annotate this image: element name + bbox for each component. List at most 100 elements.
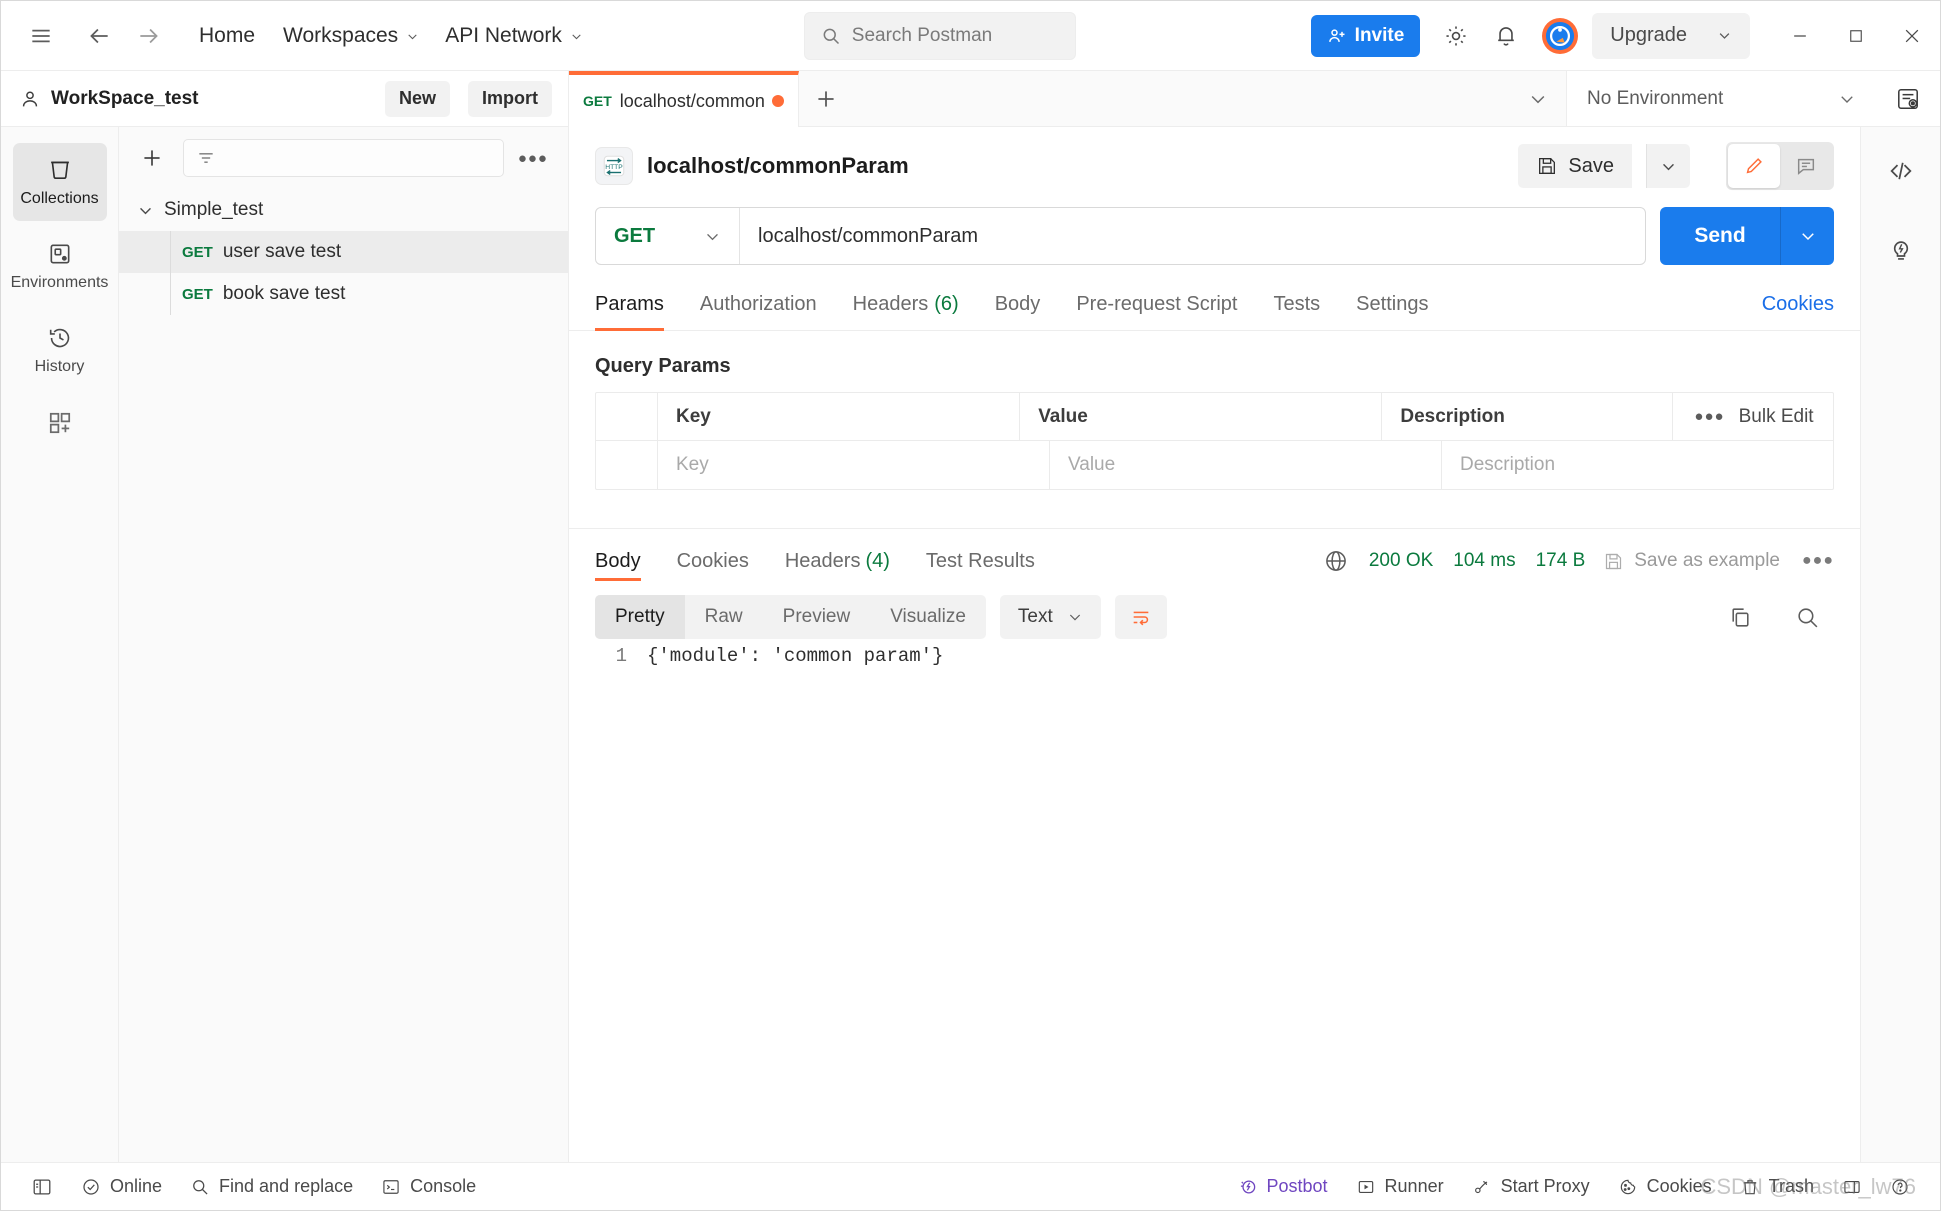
sidebar-item-history[interactable]: History — [13, 311, 107, 389]
tab-params[interactable]: Params — [595, 279, 682, 331]
params-more-horizontal-icon[interactable]: ●●● — [1692, 408, 1726, 425]
new-button[interactable]: New — [384, 80, 450, 117]
request-cookies-link[interactable]: Cookies — [1762, 293, 1834, 316]
word-wrap-icon[interactable] — [1114, 595, 1167, 639]
url-input[interactable]: localhost/commonParam — [740, 208, 1645, 264]
tab-test-results-label: Test Results — [925, 549, 1035, 572]
help-circle-icon[interactable] — [1876, 1168, 1924, 1206]
start-proxy-button[interactable]: Start Proxy — [1458, 1168, 1604, 1206]
tab-body[interactable]: Body — [977, 279, 1059, 331]
send-options-chevron-down-icon[interactable] — [1780, 207, 1834, 265]
tab-response-body[interactable]: Body — [595, 533, 659, 589]
param-description-placeholder: Description — [1460, 454, 1556, 475]
console-button[interactable]: Console — [367, 1168, 490, 1206]
svg-text:HTTP: HTTP — [605, 164, 623, 171]
save-button[interactable]: Save — [1518, 144, 1632, 188]
tab-settings[interactable]: Settings — [1338, 279, 1446, 331]
collections-toolbar: ●●● — [119, 127, 568, 189]
method-select[interactable]: GET — [596, 208, 740, 264]
view-mode-pretty[interactable]: Pretty — [595, 595, 685, 639]
param-value-input[interactable]: Value — [1050, 441, 1442, 489]
send-button[interactable]: Send — [1660, 207, 1780, 265]
sidebar-item-environments[interactable]: Environments — [11, 227, 108, 305]
tab-authorization[interactable]: Authorization — [682, 279, 835, 331]
collection-row[interactable]: Simple_test — [119, 189, 568, 231]
trash-button[interactable]: Trash — [1726, 1168, 1828, 1206]
copy-icon[interactable] — [1714, 605, 1767, 630]
postbot-button[interactable]: Postbot — [1224, 1168, 1342, 1206]
collections-more-horizontal-icon[interactable]: ●●● — [516, 150, 550, 167]
main-area: Collections Environments History ●●● Sim… — [1, 127, 1940, 1162]
workspace-and-tabs-row: WorkSpace_test New Import GET localhost/… — [1, 71, 1940, 127]
upgrade-label: Upgrade — [1610, 24, 1688, 46]
lightbulb-icon[interactable] — [1875, 223, 1927, 275]
search-icon[interactable] — [1781, 605, 1834, 630]
nav-api-network[interactable]: API Network — [431, 16, 595, 56]
tab-test-results[interactable]: Test Results — [908, 533, 1053, 589]
sidebar-item-add-modules[interactable] — [13, 395, 107, 451]
response-body-editor[interactable]: 1 {'module': 'common param'} — [569, 645, 1860, 1162]
status-online[interactable]: Online — [67, 1168, 176, 1206]
collections-filter-input[interactable] — [183, 139, 504, 177]
window-maximize-button[interactable] — [1828, 1, 1884, 71]
code-snippet-icon[interactable] — [1875, 145, 1927, 197]
cookies-button[interactable]: Cookies — [1604, 1168, 1726, 1206]
sidebar-toggle-icon[interactable] — [17, 1168, 67, 1206]
select-all-cell[interactable] — [596, 393, 658, 440]
tab-pre-request-script[interactable]: Pre-request Script — [1058, 279, 1255, 331]
tab-response-headers[interactable]: Headers (4) — [767, 533, 908, 589]
nav-workspaces[interactable]: Workspaces — [269, 16, 431, 56]
add-collection-icon[interactable] — [133, 145, 171, 171]
upgrade-button[interactable]: Upgrade — [1592, 12, 1751, 59]
save-options-chevron-down-icon[interactable] — [1646, 144, 1690, 188]
request-tab[interactable]: GET localhost/commonParam — [569, 71, 799, 127]
back-icon[interactable] — [77, 14, 121, 58]
view-mode-raw[interactable]: Raw — [685, 595, 763, 639]
window-close-button[interactable] — [1884, 1, 1940, 71]
view-mode-visualize[interactable]: Visualize — [870, 595, 986, 639]
workspace-name: WorkSpace_test — [51, 87, 199, 109]
sidebar-item-collections[interactable]: Collections — [12, 143, 107, 221]
comment-mode-button[interactable] — [1780, 144, 1832, 188]
row-checkbox-cell[interactable] — [596, 441, 658, 489]
layout-icon[interactable] — [1828, 1168, 1876, 1206]
unsaved-dot-icon[interactable] — [772, 95, 784, 107]
right-icon-rail — [1860, 127, 1940, 1162]
save-as-example-button[interactable]: Save as example — [1603, 550, 1780, 572]
edit-mode-button[interactable] — [1728, 144, 1780, 188]
sidebar-item-collections-label: Collections — [20, 189, 99, 207]
tab-headers[interactable]: Headers (6) — [835, 279, 977, 331]
tab-list-chevron-down-icon[interactable] — [1510, 71, 1566, 126]
list-item[interactable]: GET user save test — [119, 231, 568, 273]
tab-response-cookies[interactable]: Cookies — [659, 533, 767, 589]
forward-icon[interactable] — [127, 14, 171, 58]
new-tab-button[interactable] — [799, 71, 853, 126]
chevron-down-icon[interactable] — [137, 202, 154, 219]
param-key-input[interactable]: Key — [658, 441, 1050, 489]
code-empty-area[interactable] — [595, 675, 1860, 1162]
view-mode-preview[interactable]: Preview — [763, 595, 871, 639]
import-button[interactable]: Import — [468, 80, 552, 117]
gear-icon[interactable] — [1434, 14, 1478, 58]
response-more-horizontal-icon[interactable]: ●●● — [1802, 552, 1834, 570]
response-format-select[interactable]: Text — [999, 595, 1101, 639]
bulk-edit-button[interactable]: Bulk Edit — [1739, 406, 1814, 428]
response-divider — [569, 528, 1860, 529]
column-header-key-label: Key — [676, 405, 711, 427]
tab-tests[interactable]: Tests — [1255, 279, 1338, 331]
bell-icon[interactable] — [1484, 14, 1528, 58]
hamburger-icon[interactable] — [19, 14, 63, 58]
request-response-column: HTTP localhost/commonParam Save GET loca… — [569, 127, 1860, 1162]
list-item[interactable]: GET book save test — [119, 273, 568, 315]
environment-selector[interactable]: No Environment — [1566, 71, 1876, 126]
postman-avatar-icon[interactable] — [1542, 17, 1579, 54]
search-input[interactable]: Search Postman — [803, 11, 1076, 60]
globe-icon[interactable] — [1323, 548, 1349, 574]
environment-quicklook-icon[interactable] — [1876, 71, 1940, 126]
invite-button[interactable]: Invite — [1310, 14, 1421, 57]
find-and-replace-button[interactable]: Find and replace — [176, 1168, 367, 1206]
runner-button[interactable]: Runner — [1342, 1168, 1458, 1206]
nav-home[interactable]: Home — [185, 16, 269, 56]
param-description-input[interactable]: Description — [1442, 441, 1833, 489]
window-minimize-button[interactable] — [1772, 1, 1828, 71]
